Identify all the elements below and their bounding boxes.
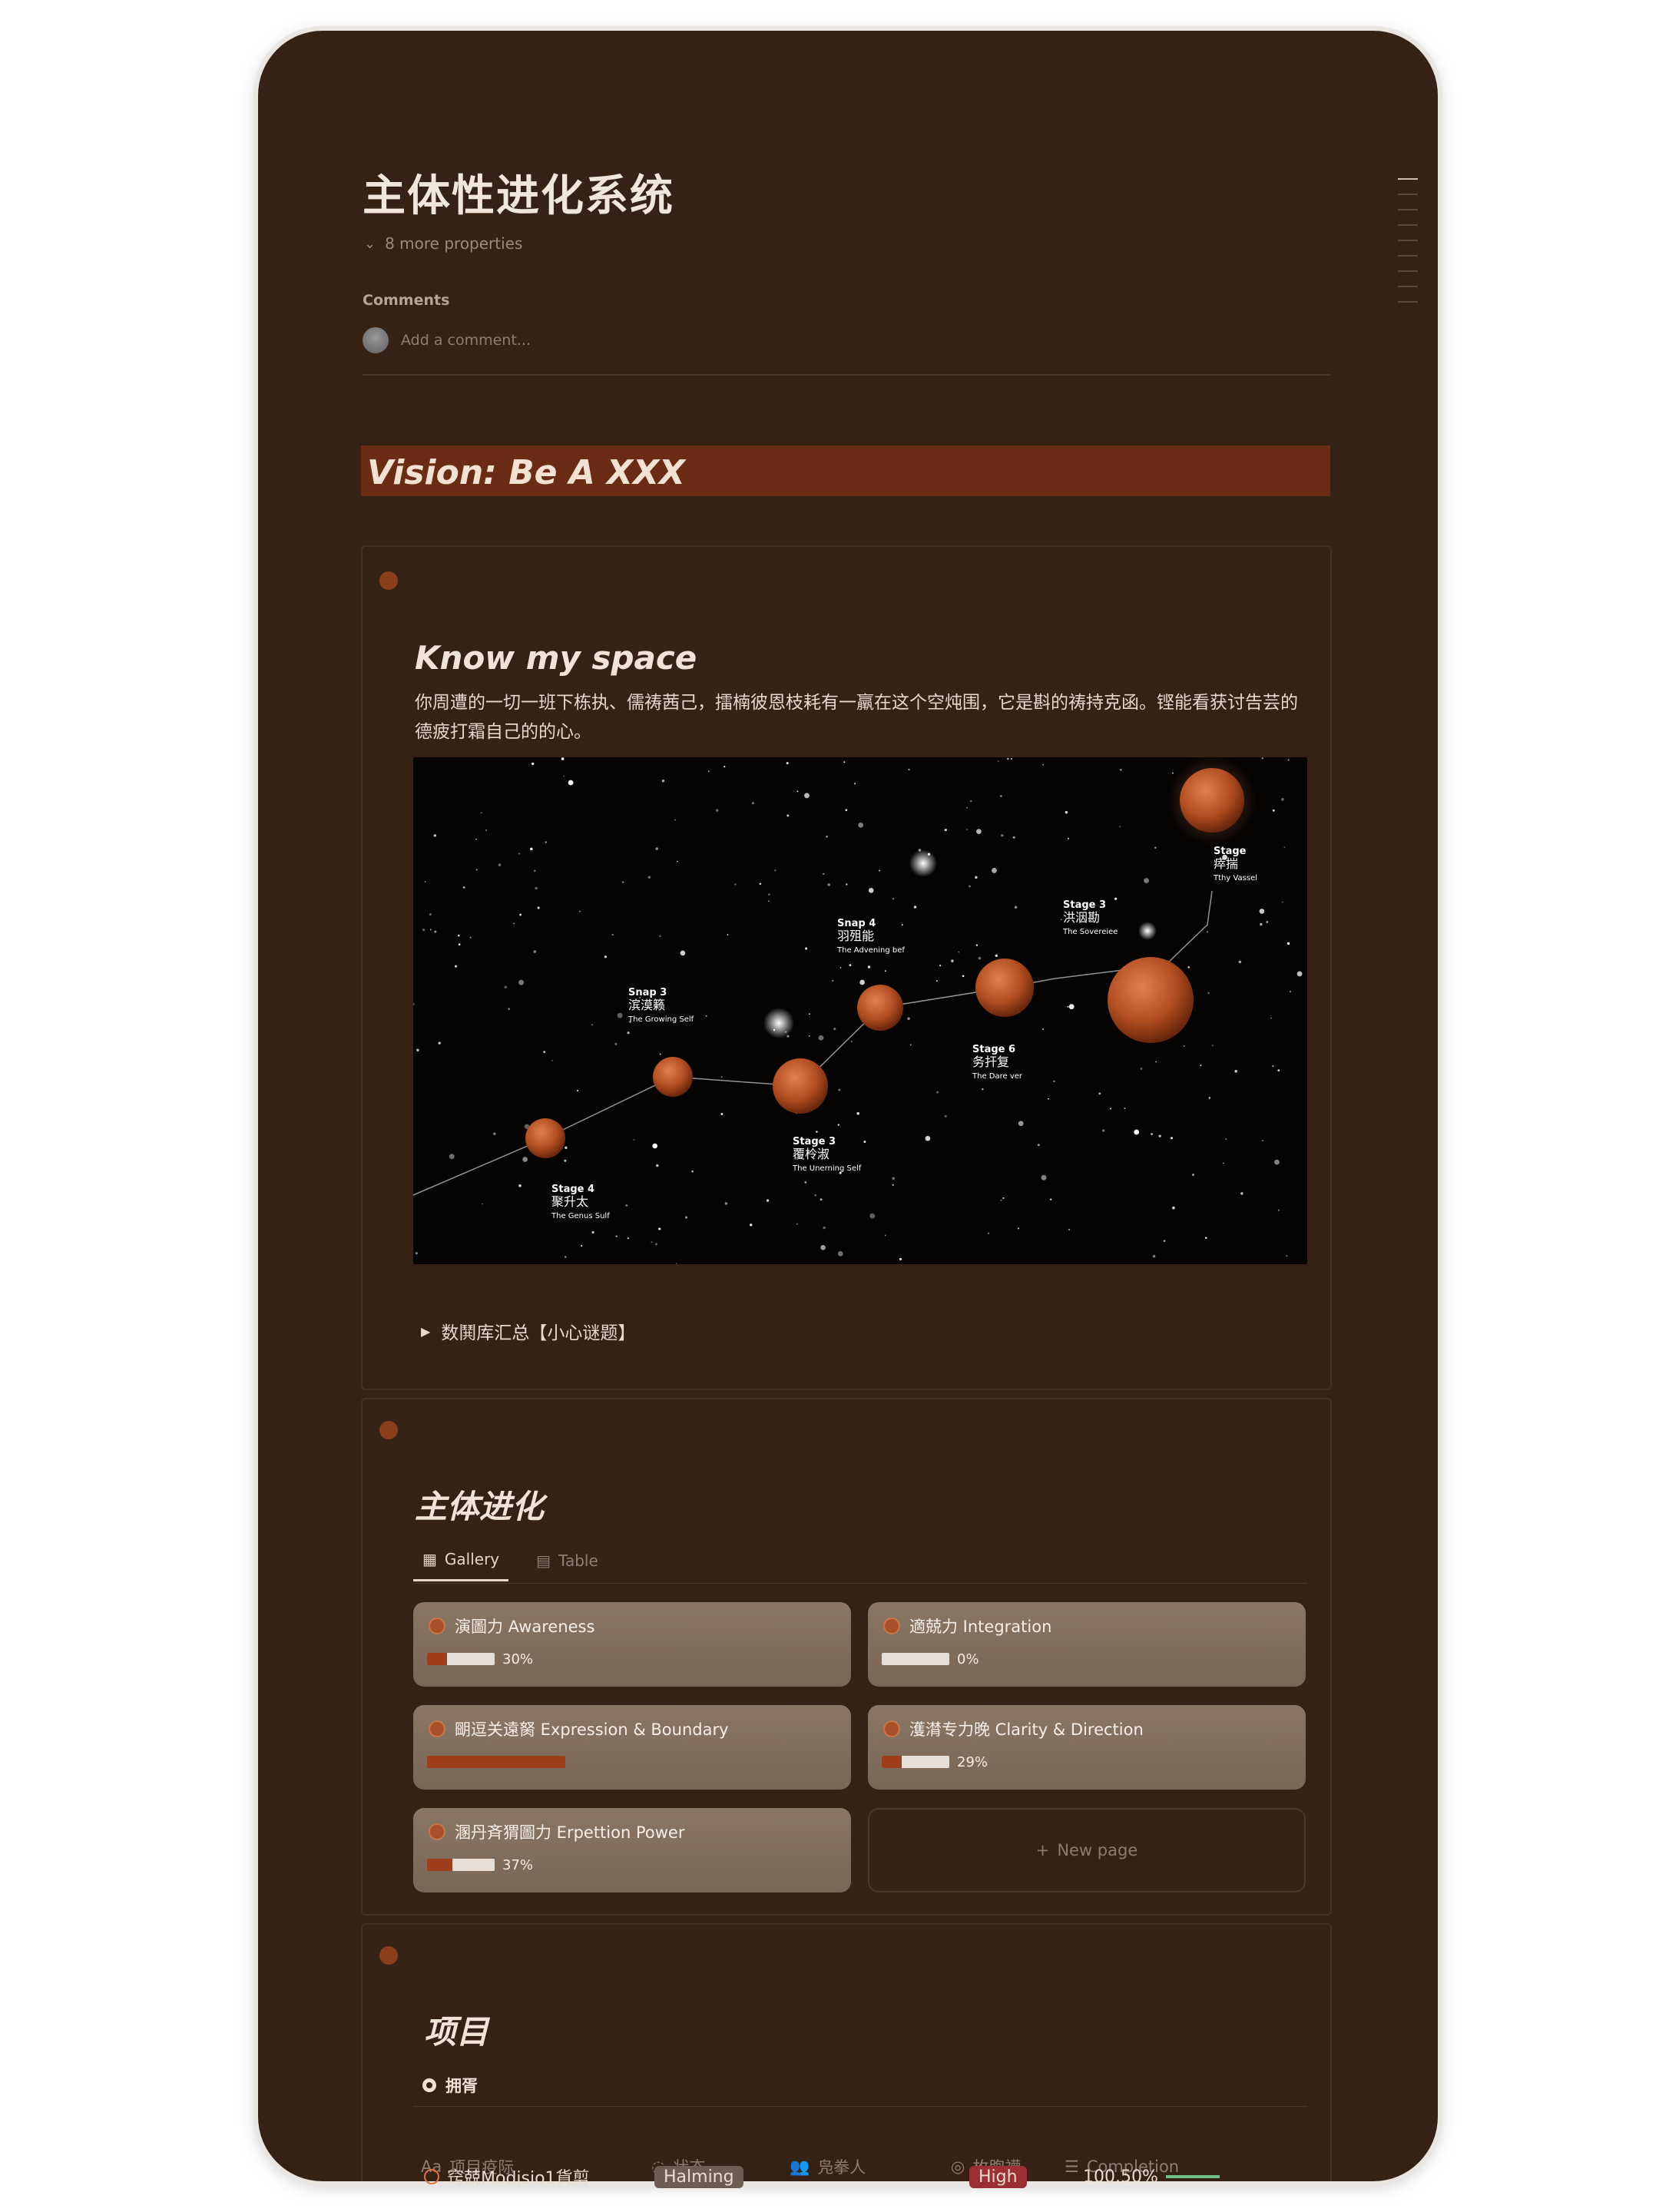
svg-text:覆柃淑: 覆柃淑: [793, 1147, 830, 1161]
plus-icon: +: [1035, 1841, 1050, 1859]
svg-text:洪洇勘: 洪洇勘: [1063, 910, 1100, 925]
svg-text:Snap 3: Snap 3: [628, 987, 667, 998]
star-map-svg: Stage 4 聚升太 The Genus Sulf Snap 3 滨漠籁 Th…: [413, 757, 1303, 1264]
table-row[interactable]: 窍兢Modisio1貨剪 Halming High 100.50%: [424, 2164, 1220, 2189]
project-name[interactable]: 窍兢Modisio1貨剪: [447, 2164, 590, 2189]
svg-text:聚升太: 聚升太: [551, 1194, 588, 1209]
stage-label-7: Stage 瘁揣 Tthy Vassel: [1213, 846, 1257, 882]
database-summary-toggle[interactable]: ▶ 数鬨库汇总【小心谜题】: [421, 1318, 635, 1344]
progress-percent: 30%: [502, 1651, 534, 1667]
stage-label-1: Stage 4 聚升太 The Genus Sulf: [551, 1184, 610, 1220]
projects-callout: 项目 拥胥 Aa项目疫际 ◌状态 👥凫拳人 ◎枚煦襪 ☰Completion: [361, 1923, 1332, 2181]
svg-text:滨漠籁: 滨漠籁: [628, 998, 665, 1012]
view-divider: [413, 2106, 1307, 2107]
callout-dot-icon: [379, 1421, 398, 1439]
progress-bar: [882, 1653, 949, 1665]
target-icon: [429, 1618, 445, 1634]
svg-text:The Unerning Self: The Unerning Self: [792, 1164, 862, 1173]
stage-label-2: Snap 3 滨漠籁 The Growing Self: [628, 987, 694, 1024]
stage-label-6: Stage 3 洪洇勘 The Sovereiee: [1062, 899, 1118, 936]
toggle-label: 数鬨库汇总【小心谜题】: [441, 1323, 636, 1343]
comment-input[interactable]: Add a comment...: [401, 332, 531, 349]
callout-dot-icon: [379, 571, 398, 590]
svg-text:羽殂能: 羽殂能: [837, 929, 874, 943]
avatar: [363, 327, 389, 353]
svg-text:Stage: Stage: [1214, 846, 1247, 857]
more-properties-toggle[interactable]: ⌄ 8 more properties: [364, 234, 522, 253]
gallery-card-awareness[interactable]: 演圖力 Awareness 30%: [413, 1602, 851, 1687]
projects-view-tab[interactable]: 拥胥: [422, 2074, 478, 2097]
svg-text:Stage 3: Stage 3: [793, 1136, 836, 1147]
svg-text:Snap 4: Snap 4: [837, 918, 876, 929]
table-icon: ▤: [536, 1551, 551, 1570]
new-page-button[interactable]: + New page: [868, 1808, 1306, 1892]
svg-text:The Sovereiee: The Sovereiee: [1062, 928, 1118, 936]
know-space-title: Know my space: [415, 639, 697, 677]
triangle-right-icon: ▶: [421, 1323, 431, 1339]
more-properties-label: 8 more properties: [385, 234, 523, 253]
target-icon: [424, 2169, 439, 2184]
divider: [363, 374, 1330, 376]
outline-navigator[interactable]: [1398, 178, 1418, 316]
star-map-image: Stage 4 聚升太 The Genus Sulf Snap 3 滨漠籁 Th…: [413, 757, 1307, 1264]
gallery-card-expression[interactable]: 朙逗关遠胬 Expression & Boundary: [413, 1705, 851, 1790]
vision-heading: Vision: Be A XXX: [367, 453, 685, 492]
completion-bar: [1165, 2175, 1220, 2178]
comments-heading: Comments: [363, 292, 450, 309]
progress-percent: 0%: [957, 1651, 979, 1667]
stage-label-4: Snap 4 羽殂能 The Advening bef: [836, 918, 905, 955]
target-icon: [883, 1618, 900, 1634]
svg-text:Stage 6: Stage 6: [972, 1044, 1015, 1055]
completion-value: 100.50%: [1083, 2167, 1158, 2187]
svg-text:The Dare ver: The Dare ver: [972, 1072, 1023, 1081]
progress-percent: 37%: [502, 1857, 534, 1873]
target-icon: [429, 1823, 445, 1840]
svg-text:Stage 3: Stage 3: [1063, 899, 1106, 911]
target-icon: [883, 1720, 900, 1737]
gallery-icon: ▦: [422, 1550, 437, 1568]
evolution-callout: 主体进化 ▦ Gallery ▤ Table 演圖力 Awareness 30%…: [361, 1398, 1332, 1916]
radio-icon: [422, 2078, 436, 2092]
gallery-card-power[interactable]: 溷丹斉猬圖力 Erpettion Power 37%: [413, 1808, 851, 1892]
know-space-description: 你周遭的一切一班下栋执、儒祷茜己，擂楠彼恩枝耗有一羸在这个空炖围，它是斟的祷持克…: [415, 693, 1298, 742]
svg-text:Stage 4: Stage 4: [551, 1184, 594, 1195]
comment-input-row[interactable]: Add a comment...: [363, 327, 531, 353]
svg-text:The Genus Sulf: The Genus Sulf: [551, 1212, 610, 1220]
know-space-callout: Know my space 你周遭的一切一班下栋执、儒祷茜己，擂楠彼恩枝耗有一羸…: [361, 545, 1332, 1390]
svg-text:Tthy Vassel: Tthy Vassel: [1213, 874, 1257, 882]
callout-dot-icon: [379, 1946, 398, 1965]
tab-table[interactable]: ▤ Table: [536, 1550, 598, 1581]
stage-label-5: Stage 6 务扞复 The Dare ver: [972, 1044, 1023, 1081]
notion-page-frame: 主体性进化系统 ⌄ 8 more properties Comments Add…: [258, 31, 1438, 2181]
view-tabs: ▦ Gallery ▤ Table: [413, 1550, 598, 1581]
tabs-divider: [413, 1583, 1307, 1584]
progress-bar: [427, 1653, 495, 1665]
target-icon: [429, 1720, 445, 1737]
priority-badge: High: [969, 2165, 1027, 2188]
progress-bar: [882, 1756, 949, 1768]
progress-bar: [427, 1859, 495, 1871]
stage-label-3: Stage 3 覆柃淑 The Unerning Self: [792, 1136, 862, 1173]
status-badge: Halming: [654, 2165, 743, 2188]
progress-bar: [427, 1756, 565, 1768]
gallery-card-integration[interactable]: 適兢力 Integration 0%: [868, 1602, 1306, 1687]
svg-text:The Growing Self: The Growing Self: [628, 1015, 694, 1024]
tab-gallery[interactable]: ▦ Gallery: [413, 1550, 509, 1581]
progress-percent: 29%: [957, 1754, 988, 1770]
projects-title: 项目: [424, 2013, 489, 2051]
svg-text:务扞复: 务扞复: [972, 1055, 1009, 1069]
evolution-title: 主体进化: [415, 1488, 545, 1525]
svg-text:瘁揣: 瘁揣: [1214, 856, 1238, 871]
svg-text:The Advening bef: The Advening bef: [836, 946, 905, 955]
gallery-card-clarity[interactable]: 濩潸专力晚 Clarity & Direction 29%: [868, 1705, 1306, 1790]
page-title: 主体性进化系统: [363, 171, 674, 221]
chevron-down-icon: ⌄: [364, 235, 376, 252]
